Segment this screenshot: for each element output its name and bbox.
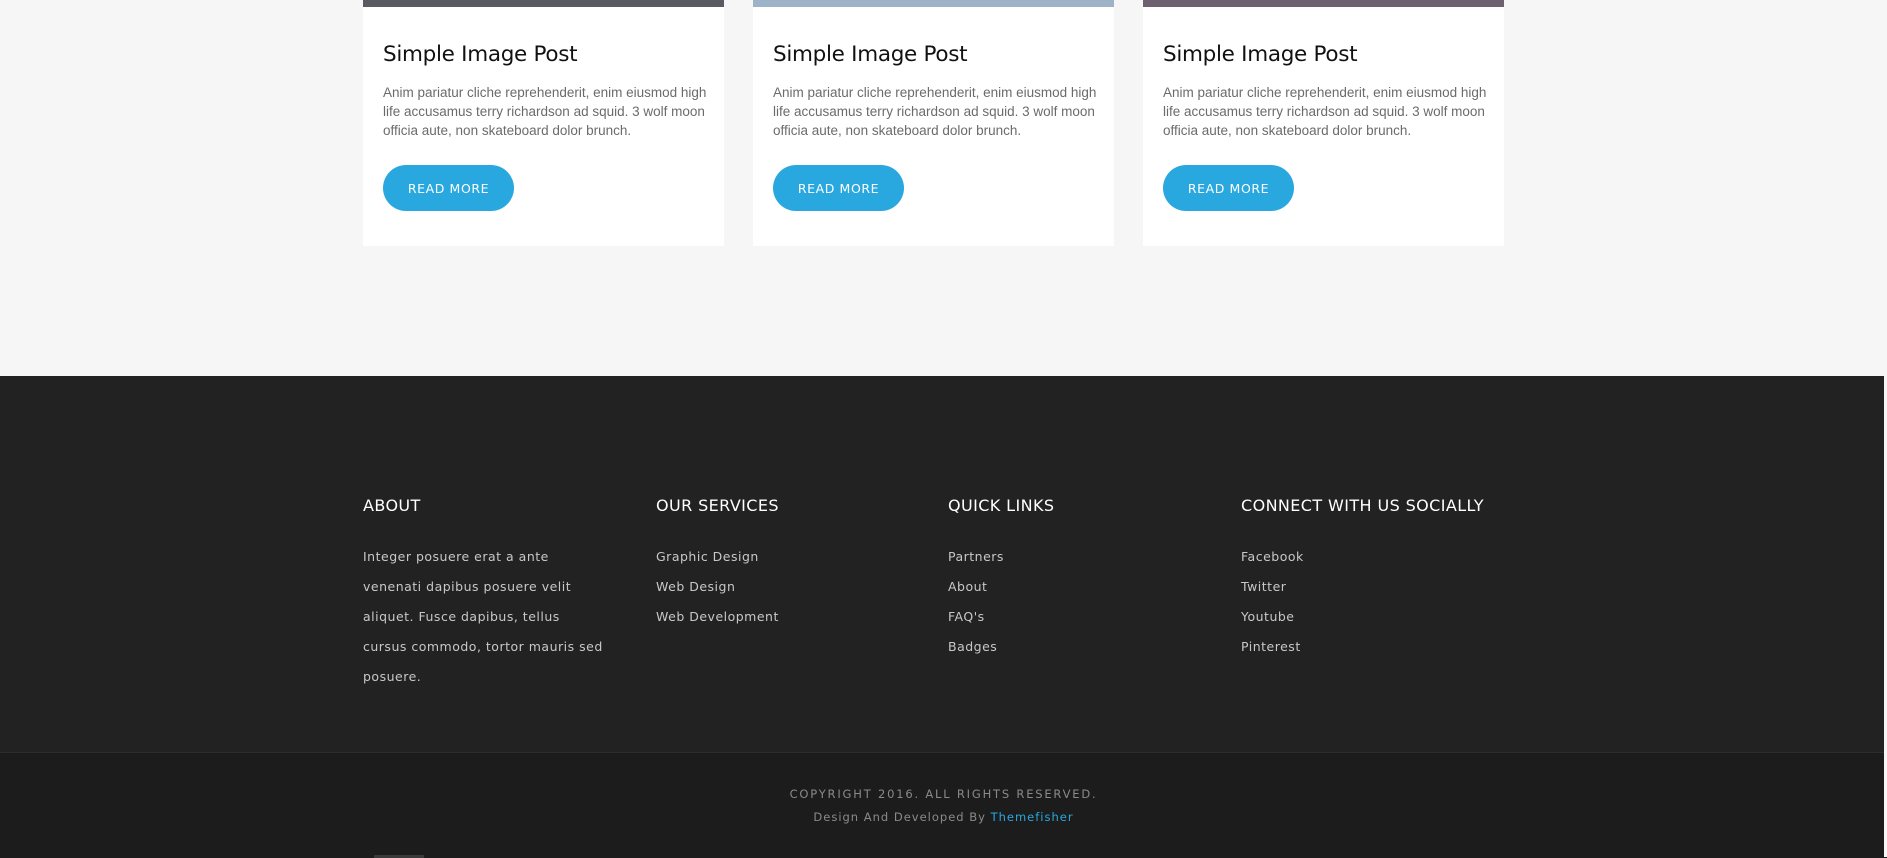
service-link-graphic-design[interactable]: Graphic Design — [656, 549, 759, 564]
service-link-web-development[interactable]: Web Development — [656, 609, 779, 624]
post-image[interactable] — [1143, 0, 1504, 7]
quick-link-badges[interactable]: Badges — [948, 639, 997, 654]
quick-link-about[interactable]: About — [948, 579, 987, 594]
footer-social-list: Facebook Twitter Youtube Pinterest — [1241, 542, 1484, 662]
footer-link-item: Web Design — [656, 572, 779, 602]
credit-prefix: Design And Developed By — [813, 810, 991, 824]
copyright-text: COPYRIGHT 2016. ALL RIGHTS RESERVED. — [789, 787, 1098, 801]
footer-link-item: Twitter — [1241, 572, 1484, 602]
footer-quick-links-list: Partners About FAQ's Badges — [948, 542, 1054, 662]
credit-line: Design And Developed By Themefisher — [0, 810, 1887, 824]
footer-link-item: Facebook — [1241, 542, 1484, 572]
footer-social-heading: CONNECT WITH US SOCIALLY — [1241, 496, 1484, 515]
social-link-twitter[interactable]: Twitter — [1241, 579, 1286, 594]
post-image[interactable] — [363, 0, 724, 7]
footer-about: ABOUT Integer posuere erat a ante venena… — [363, 496, 608, 692]
blog-card: Simple Image Post Anim pariatur cliche r… — [753, 0, 1114, 246]
footer-link-item: Youtube — [1241, 602, 1484, 632]
post-excerpt: Anim pariatur cliche reprehenderit, enim… — [1163, 85, 1487, 138]
footer-link-item: Web Development — [656, 602, 779, 632]
service-link-web-design[interactable]: Web Design — [656, 579, 735, 594]
read-more-button[interactable]: READ MORE — [1163, 165, 1294, 211]
quick-link-faqs[interactable]: FAQ's — [948, 609, 985, 624]
footer-social: CONNECT WITH US SOCIALLY Facebook Twitte… — [1241, 496, 1484, 662]
blog-section: Simple Image Post Anim pariatur cliche r… — [0, 0, 1887, 376]
footer-link-item: Pinterest — [1241, 632, 1484, 662]
blog-card: Simple Image Post Anim pariatur cliche r… — [1143, 0, 1504, 246]
post-title[interactable]: Simple Image Post — [383, 42, 578, 67]
footer-link-item: FAQ's — [948, 602, 1054, 632]
quick-link-partners[interactable]: Partners — [948, 549, 1004, 564]
post-excerpt: Anim pariatur cliche reprehenderit, enim… — [773, 85, 1097, 138]
footer-about-text: Integer posuere erat a ante venenati dap… — [363, 549, 603, 684]
page: Simple Image Post Anim pariatur cliche r… — [0, 0, 1887, 858]
post-title[interactable]: Simple Image Post — [1163, 42, 1358, 67]
blog-card: Simple Image Post Anim pariatur cliche r… — [363, 0, 724, 246]
site-footer: ABOUT Integer posuere erat a ante venena… — [0, 376, 1887, 752]
post-title[interactable]: Simple Image Post — [773, 42, 968, 67]
copyright-bar: COPYRIGHT 2016. ALL RIGHTS RESERVED. Des… — [0, 752, 1887, 858]
footer-link-item: About — [948, 572, 1054, 602]
footer-link-item: Graphic Design — [656, 542, 779, 572]
social-link-pinterest[interactable]: Pinterest — [1241, 639, 1301, 654]
read-more-button[interactable]: READ MORE — [383, 165, 514, 211]
post-excerpt: Anim pariatur cliche reprehenderit, enim… — [383, 85, 707, 138]
footer-link-item: Badges — [948, 632, 1054, 662]
social-link-youtube[interactable]: Youtube — [1241, 609, 1295, 624]
footer-services-heading: OUR SERVICES — [656, 496, 779, 515]
post-image[interactable] — [753, 0, 1114, 7]
footer-link-item: Partners — [948, 542, 1054, 572]
footer-quick-links: QUICK LINKS Partners About FAQ's Badges — [948, 496, 1054, 662]
read-more-button[interactable]: READ MORE — [773, 165, 904, 211]
themefisher-link[interactable]: Themefisher — [991, 810, 1074, 824]
footer-quick-links-heading: QUICK LINKS — [948, 496, 1055, 515]
footer-services: OUR SERVICES Graphic Design Web Design W… — [656, 496, 779, 632]
social-link-facebook[interactable]: Facebook — [1241, 549, 1304, 564]
footer-services-list: Graphic Design Web Design Web Developmen… — [656, 542, 779, 632]
footer-about-heading: ABOUT — [363, 496, 421, 515]
